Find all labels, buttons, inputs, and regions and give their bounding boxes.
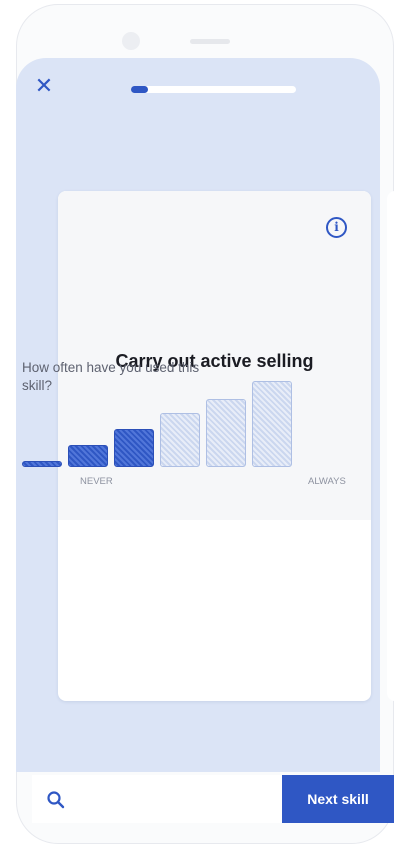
- next-skill-button[interactable]: Next skill: [282, 775, 394, 823]
- scale-option-4[interactable]: [160, 413, 200, 467]
- info-icon[interactable]: i: [326, 217, 347, 238]
- scale-min-label: NEVER: [80, 476, 113, 487]
- scale-option-1[interactable]: [22, 461, 62, 467]
- scale-option-2[interactable]: [68, 445, 108, 467]
- scale-max-label: ALWAYS: [308, 476, 346, 487]
- search-icon[interactable]: [46, 790, 66, 810]
- scale-option-6[interactable]: [252, 381, 292, 467]
- close-icon[interactable]: ✕: [34, 74, 54, 98]
- scale-option-5[interactable]: [206, 399, 246, 467]
- scale-option-3[interactable]: [114, 429, 154, 467]
- next-card-peek[interactable]: [387, 191, 397, 701]
- speaker: [190, 39, 230, 44]
- frequency-scale[interactable]: [22, 381, 292, 467]
- progress-fill: [131, 86, 148, 93]
- progress-bar: [131, 86, 296, 93]
- camera: [122, 32, 140, 50]
